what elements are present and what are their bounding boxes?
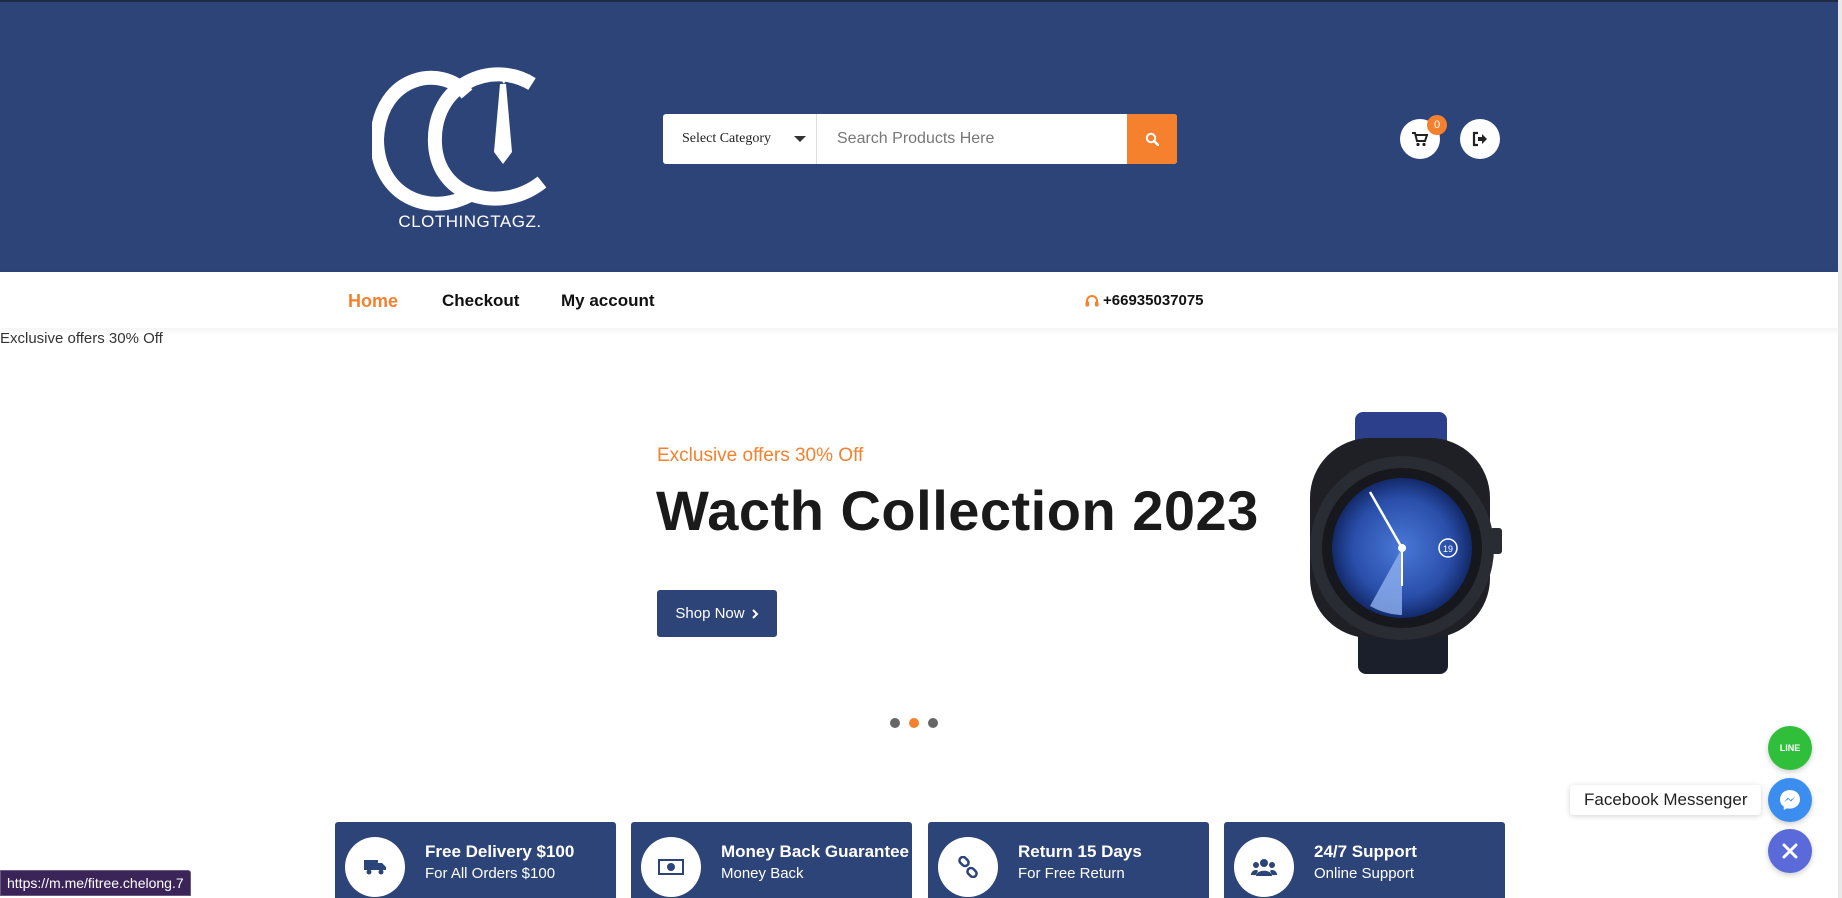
status-bar-url: https://m.me/fitree.chelong.7 [0,870,191,896]
messenger-button[interactable] [1768,778,1812,822]
feature-title: 24/7 Support [1314,842,1417,861]
hero-broken-image-alt: Exclusive offers 30% Off [0,330,163,347]
caret-down-icon [794,136,806,142]
shop-now-label: Shop Now [675,605,745,622]
site-logo[interactable]: CLOTHINGTAGZ. [372,64,562,234]
feature-return: Return 15 Days For Free Return [928,822,1209,898]
feature-free-delivery: Free Delivery $100 For All Orders $100 [335,822,616,898]
shop-now-button[interactable]: Shop Now [657,590,777,637]
phone-contact[interactable]: +66935037075 [1085,292,1204,309]
watch-date: 19 [1443,544,1453,554]
feature-subtitle: Online Support [1314,865,1415,882]
cart-icon [1412,132,1429,147]
search-icon [1145,132,1159,146]
users-icon [1234,837,1294,897]
hero-broken-image: Exclusive offers 30% Off [0,330,163,347]
sign-out-icon [1472,131,1487,147]
search-bar: Select Category [663,114,1177,164]
nav-checkout[interactable]: Checkout [442,291,519,311]
carousel-dot-2[interactable] [909,718,919,728]
logo-text: CLOTHINGTAGZ. [398,212,542,231]
nav-my-account[interactable]: My account [561,291,655,311]
category-select[interactable]: Select Category [663,114,817,164]
truck-icon [345,837,405,897]
line-icon: LINE [1779,743,1801,753]
hero-title: Wacth Collection 2023 [656,479,1259,542]
feature-money-back: Money Back Guarantee Money Back [631,822,912,898]
messenger-icon [1780,790,1800,810]
chevron-right-icon [751,608,759,619]
search-button[interactable] [1127,114,1177,164]
feature-title: Free Delivery $100 [425,842,575,861]
main-nav: Home Checkout My account +66935037075 [0,272,1842,328]
carousel-dot-1[interactable] [890,718,900,728]
feature-support: 24/7 Support Online Support [1224,822,1505,898]
site-header: CLOTHINGTAGZ. Select Category 0 [0,0,1842,272]
link-icon [938,837,998,897]
messenger-label: Facebook Messenger [1570,785,1762,815]
feature-subtitle: For Free Return [1018,865,1125,882]
cart-count-badge: 0 [1427,115,1447,135]
phone-number: +66935037075 [1103,292,1204,309]
feature-title: Money Back Guarantee [721,842,910,861]
feature-subtitle: Money Back [721,865,804,882]
scrollbar-track[interactable] [1838,0,1842,898]
logout-button[interactable] [1460,119,1500,159]
search-input[interactable] [817,114,1127,164]
carousel-dot-3[interactable] [928,718,938,728]
feature-title: Return 15 Days [1018,842,1142,861]
nav-home[interactable]: Home [348,291,398,312]
category-select-label: Select Category [682,131,772,146]
feature-subtitle: For All Orders $100 [425,865,556,882]
hero-watch-image: 19 [1300,410,1505,675]
close-chat-button[interactable] [1768,829,1812,873]
logo-mark-icon [372,67,547,211]
carousel-indicators [890,718,938,728]
money-icon [641,837,701,897]
line-chat-button[interactable]: LINE [1768,726,1812,770]
headphones-icon [1085,294,1099,306]
hero-subtitle: Exclusive offers 30% Off [657,445,864,466]
close-icon [1782,843,1798,859]
